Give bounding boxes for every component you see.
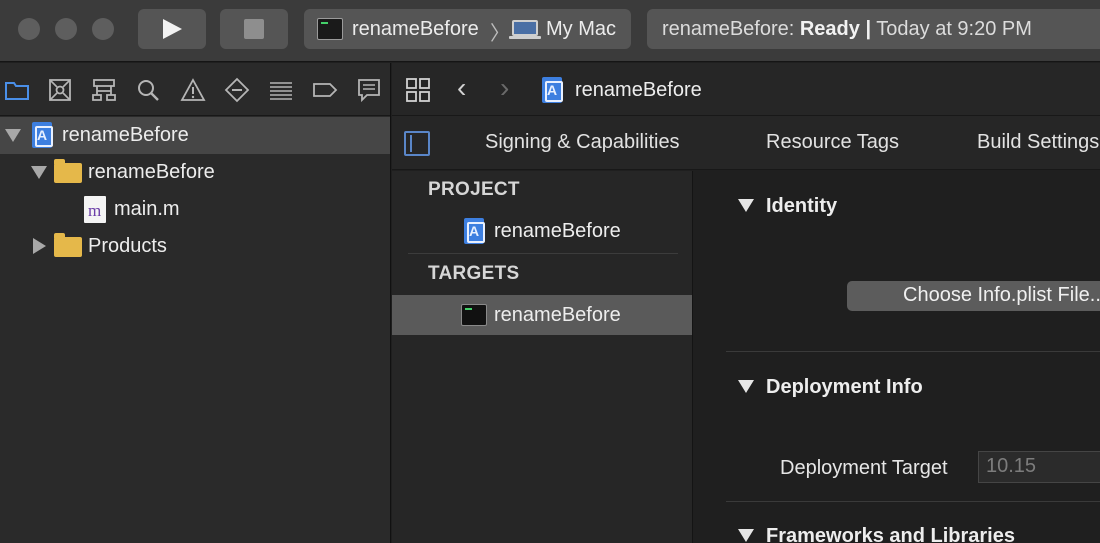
target-list-item[interactable]: renameBefore <box>392 295 692 335</box>
tree-item-label: renameBefore <box>88 161 215 183</box>
laptop-icon <box>509 20 541 39</box>
tab-build-settings[interactable]: Build Settings <box>977 131 1099 154</box>
target-settings: Identity Choose Info.plist File... Deplo… <box>694 171 1100 543</box>
activity-separator: | <box>865 18 872 40</box>
activity-project: renameBefore: <box>662 18 795 40</box>
divider <box>408 253 678 254</box>
terminal-app-icon <box>461 304 487 326</box>
play-icon <box>163 19 182 39</box>
minimize-window-button[interactable] <box>55 18 77 40</box>
choose-info-plist-button[interactable]: Choose Info.plist File... <box>847 281 1100 311</box>
section-frameworks-title: Frameworks and Libraries <box>766 525 1015 543</box>
run-destination: My Mac <box>546 18 616 40</box>
tree-item-label: Products <box>88 235 167 257</box>
chevron-right-icon: 〉 <box>490 23 510 45</box>
toolbar: renameBefore 〉 My Mac renameBefore: Read… <box>0 0 1100 62</box>
disclosure-open-icon[interactable] <box>31 166 47 179</box>
terminal-app-icon <box>317 18 343 40</box>
project-item-label: renameBefore <box>494 220 621 242</box>
project-target-list: PROJECT renameBefore TARGETS renameBefor… <box>392 171 693 543</box>
objc-file-icon <box>84 196 106 223</box>
source-control-icon[interactable] <box>47 77 73 103</box>
tree-item-label: renameBefore <box>62 124 189 146</box>
tree-item-products[interactable]: Products <box>0 228 390 265</box>
debug-lines-icon[interactable] <box>268 77 294 103</box>
stop-icon <box>244 19 264 39</box>
targets-section-header: TARGETS <box>428 263 520 284</box>
forward-arrow-icon[interactable]: › <box>500 72 509 104</box>
folder-icon <box>54 233 82 257</box>
activity-time: Today at 9:20 PM <box>876 18 1032 40</box>
jump-bar: ‹ › renameBefore <box>392 63 1100 116</box>
tree-item-label: main.m <box>114 198 180 220</box>
stop-button[interactable] <box>220 9 288 49</box>
tab-signing-capabilities[interactable]: Signing & Capabilities <box>485 131 680 154</box>
scheme-name: renameBefore <box>352 18 479 40</box>
divider <box>726 501 1100 502</box>
close-window-button[interactable] <box>18 18 40 40</box>
scheme-selector[interactable]: renameBefore 〉 My Mac <box>304 9 631 49</box>
report-icon[interactable] <box>356 77 382 103</box>
breakpoint-icon[interactable] <box>312 77 338 103</box>
disclosure-closed-icon[interactable] <box>33 238 46 254</box>
disclosure-open-icon[interactable] <box>738 529 754 542</box>
deployment-target-field[interactable]: 10.15 <box>978 451 1100 483</box>
navigator-tab-bar <box>0 63 390 116</box>
project-list-item[interactable]: renameBefore <box>392 211 692 251</box>
folder-icon <box>54 159 82 183</box>
zoom-window-button[interactable] <box>92 18 114 40</box>
tree-item-project[interactable]: renameBefore <box>0 117 390 154</box>
back-arrow-icon[interactable]: ‹ <box>457 72 466 104</box>
search-icon[interactable] <box>135 77 161 103</box>
section-deployment-title: Deployment Info <box>766 376 923 398</box>
project-icon <box>542 77 563 103</box>
warning-icon[interactable] <box>180 77 206 103</box>
section-identity-title: Identity <box>766 195 838 217</box>
tab-resource-tags[interactable]: Resource Tags <box>766 131 899 154</box>
project-editor: ‹ › renameBefore Signing & Capabilities … <box>392 63 1100 543</box>
sidebar-toggle-icon[interactable] <box>404 131 430 156</box>
run-button[interactable] <box>138 9 206 49</box>
tree-item-file[interactable]: main.m <box>0 191 390 228</box>
deployment-target-label: Deployment Target <box>780 457 948 479</box>
project-section-header: PROJECT <box>428 179 520 200</box>
activity-viewer: renameBefore: Ready | Today at 9:20 PM <box>647 9 1100 49</box>
project-navigator: renameBefore renameBefore main.m Product… <box>0 63 391 543</box>
activity-status: Ready <box>799 18 860 40</box>
related-items-grid-icon[interactable] <box>406 78 431 103</box>
test-diamond-icon[interactable] <box>224 77 250 103</box>
project-icon <box>464 218 485 244</box>
editor-tab-bar: Signing & Capabilities Resource Tags Bui… <box>392 116 1100 170</box>
disclosure-open-icon[interactable] <box>738 199 754 212</box>
disclosure-open-icon[interactable] <box>738 380 754 393</box>
jump-bar-title[interactable]: renameBefore <box>575 79 702 102</box>
target-item-label: renameBefore <box>494 304 621 326</box>
disclosure-open-icon[interactable] <box>5 129 21 142</box>
project-icon <box>32 122 53 148</box>
hierarchy-icon[interactable] <box>91 77 117 103</box>
folder-icon[interactable] <box>4 77 30 103</box>
tree-item-folder[interactable]: renameBefore <box>0 154 390 191</box>
divider <box>726 351 1100 352</box>
